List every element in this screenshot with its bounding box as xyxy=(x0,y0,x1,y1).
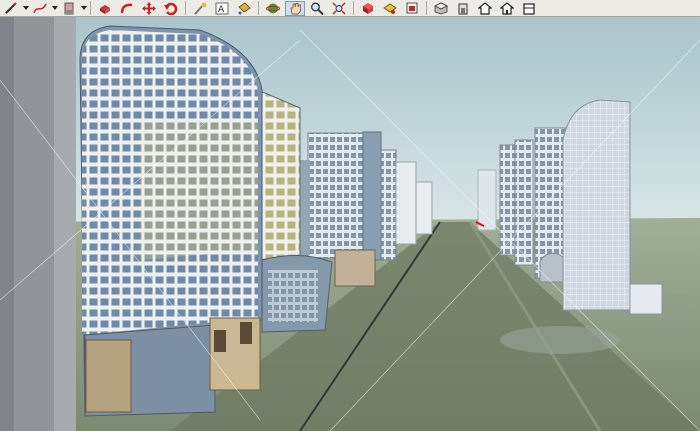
top-view-icon[interactable] xyxy=(475,1,495,16)
follow-me-icon[interactable] xyxy=(117,1,137,16)
text-icon[interactable]: A xyxy=(212,1,232,16)
toolbar-separator xyxy=(353,1,354,15)
main-tower xyxy=(79,25,263,417)
iso-view-icon[interactable] xyxy=(431,1,451,16)
toolbar-separator xyxy=(258,1,259,15)
right-view-icon[interactable] xyxy=(497,1,517,16)
toolbar-separator xyxy=(90,1,91,15)
zoom-icon[interactable] xyxy=(307,1,327,16)
ground-patch xyxy=(500,326,620,354)
paint-bucket-icon[interactable] xyxy=(234,1,254,16)
sketchup-window: A xyxy=(0,0,700,431)
toolbar-separator xyxy=(426,1,427,15)
tape-measure-icon[interactable] xyxy=(190,1,210,16)
svg-text:A: A xyxy=(218,5,225,15)
rotate-icon[interactable] xyxy=(161,1,181,16)
pencil-icon[interactable] xyxy=(1,1,21,16)
toolbar-separator xyxy=(185,1,186,15)
move-icon[interactable] xyxy=(139,1,159,16)
orbit-icon[interactable] xyxy=(263,1,283,16)
zoom-extents-icon[interactable] xyxy=(329,1,349,16)
city-scene xyxy=(0,17,700,431)
section-icon[interactable] xyxy=(402,1,422,16)
main-toolbar: A xyxy=(0,0,700,17)
front-view-icon[interactable] xyxy=(453,1,473,16)
eraser-icon[interactable] xyxy=(59,1,79,16)
pencil-dropdown[interactable] xyxy=(22,1,29,16)
component-icon[interactable] xyxy=(358,1,378,16)
push-pull-icon[interactable] xyxy=(95,1,115,16)
foreground-slab xyxy=(0,17,76,431)
eraser-dropdown[interactable] xyxy=(80,1,87,16)
freehand-icon[interactable] xyxy=(30,1,50,16)
pan-icon[interactable] xyxy=(285,0,305,16)
freehand-dropdown[interactable] xyxy=(51,1,58,16)
back-view-icon[interactable] xyxy=(519,1,539,16)
material-icon[interactable] xyxy=(380,1,400,16)
3d-viewport[interactable] xyxy=(0,17,700,431)
